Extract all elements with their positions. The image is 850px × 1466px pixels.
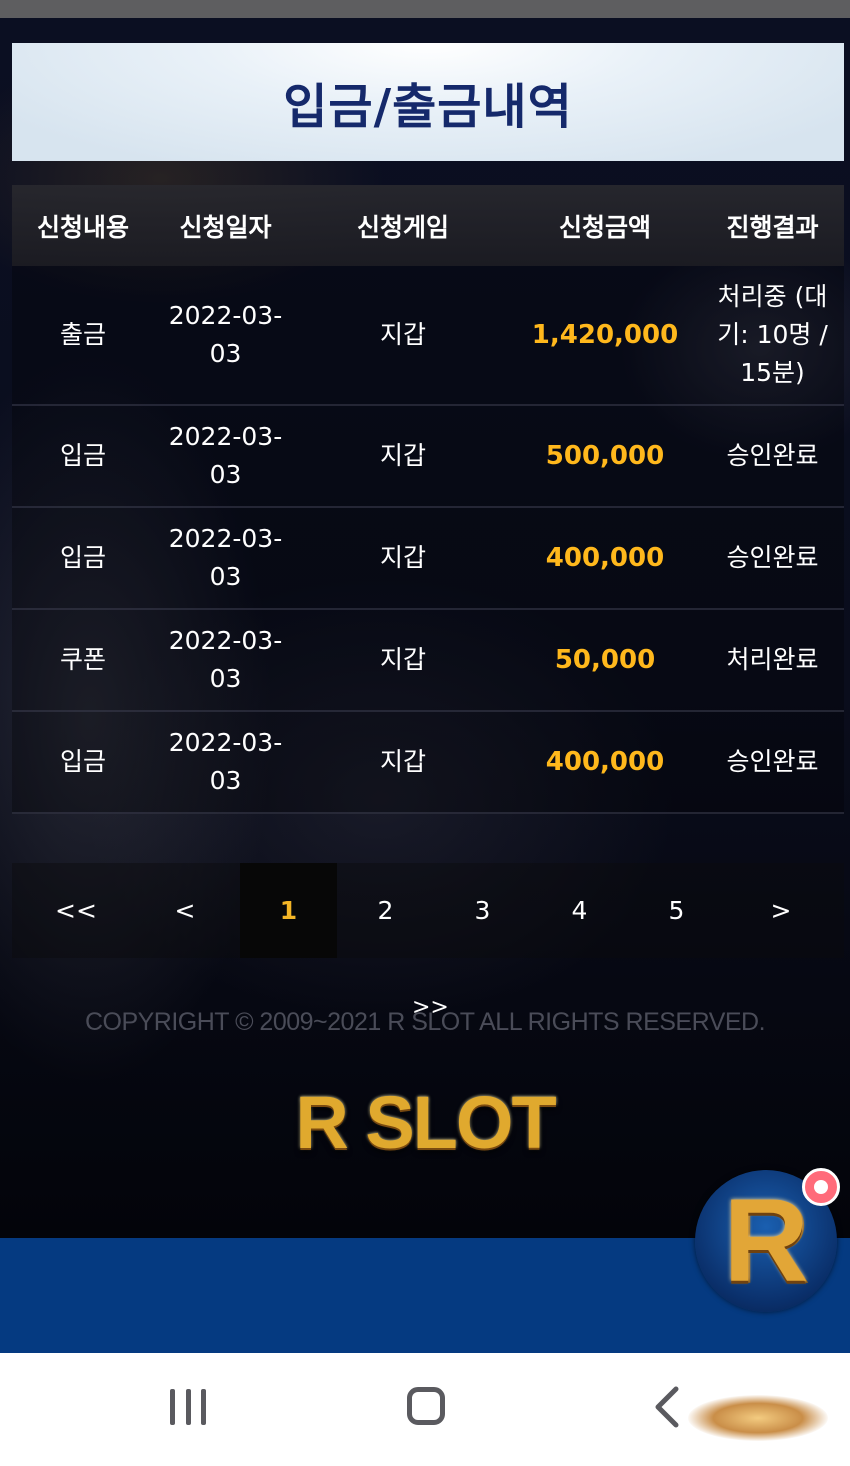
transaction-table: 신청내용 신청일자 신청게임 신청금액 진행결과 출금 2022-03- 03 … — [12, 185, 844, 814]
row-date: 2022-03- 03 — [154, 724, 297, 800]
row-result: 승인완료 — [726, 747, 819, 776]
row-result-line1: 처리중 (대 — [717, 282, 828, 311]
row-amount: 50,000 — [554, 645, 656, 675]
table-header: 신청내용 신청일자 신청게임 신청금액 진행결과 — [12, 185, 844, 266]
column-header-game: 신청게임 — [356, 212, 449, 242]
row-result: 처리중 (대 기: 10명 / 15분) — [701, 278, 844, 392]
row-date-line1: 2022-03- — [168, 728, 283, 757]
next-page-button[interactable]: > — [747, 863, 815, 958]
column-header-result: 진행결과 — [726, 212, 819, 242]
row-date-line1: 2022-03- — [168, 301, 283, 330]
table-row: 쿠폰 2022-03- 03 지갑 50,000 처리완료 — [12, 610, 844, 712]
row-game: 지갑 — [379, 747, 426, 776]
row-date: 2022-03- 03 — [154, 520, 297, 596]
status-bar — [0, 0, 850, 18]
first-page-button[interactable]: << — [42, 863, 110, 958]
row-game: 지갑 — [379, 441, 426, 470]
row-amount: 500,000 — [545, 441, 665, 471]
r-slot-logo: R SLOT — [295, 1081, 556, 1164]
page-title: 입금/출금내역 — [283, 79, 573, 135]
row-type: 입금 — [59, 543, 106, 572]
row-date: 2022-03- 03 — [154, 297, 297, 373]
row-amount: 400,000 — [545, 543, 665, 573]
row-type: 입금 — [59, 441, 106, 470]
watermark-logo — [688, 1395, 828, 1441]
recent-apps-icon[interactable] — [170, 1389, 206, 1425]
table-row: 입금 2022-03- 03 지갑 400,000 승인완료 — [12, 508, 844, 610]
pagination: << < 1 2 3 4 5 > — [12, 863, 844, 958]
table-row: 출금 2022-03- 03 지갑 1,420,000 처리중 (대 기: 10… — [12, 266, 844, 406]
row-result: 승인완료 — [726, 543, 819, 572]
row-date-line1: 2022-03- — [168, 626, 283, 655]
page-button-3[interactable]: 3 — [434, 863, 531, 958]
home-icon[interactable] — [407, 1387, 445, 1425]
row-type: 쿠폰 — [59, 645, 106, 674]
row-date-line1: 2022-03- — [168, 422, 283, 451]
prev-page-button[interactable]: < — [151, 863, 219, 958]
row-date-line1: 2022-03- — [168, 524, 283, 553]
column-header-date: 신청일자 — [179, 212, 272, 242]
row-amount: 400,000 — [545, 747, 665, 777]
row-result: 처리완료 — [726, 645, 819, 674]
page-button-1[interactable]: 1 — [240, 863, 337, 958]
row-amount: 1,420,000 — [531, 320, 679, 350]
row-game: 지갑 — [379, 645, 426, 674]
row-date: 2022-03- 03 — [154, 622, 297, 698]
notification-dot-icon — [802, 1168, 840, 1206]
row-date-line2: 03 — [209, 562, 242, 591]
page-button-5[interactable]: 5 — [628, 863, 725, 958]
page-button-4[interactable]: 4 — [531, 863, 628, 958]
table-row: 입금 2022-03- 03 지갑 400,000 승인완료 — [12, 712, 844, 814]
fab-letter: R — [723, 1175, 809, 1307]
row-date-line2: 03 — [209, 766, 242, 795]
row-game: 지갑 — [379, 543, 426, 572]
row-game: 지갑 — [379, 320, 426, 349]
column-header-amount: 신청금액 — [558, 212, 651, 242]
row-result-line3: 15분) — [740, 358, 805, 387]
row-date-line2: 03 — [209, 339, 242, 368]
row-result-line2: 기: 10명 / — [717, 320, 828, 349]
page-button-2[interactable]: 2 — [337, 863, 434, 958]
row-type: 출금 — [59, 320, 106, 349]
row-date-line2: 03 — [209, 664, 242, 693]
back-icon[interactable] — [650, 1386, 690, 1428]
row-date: 2022-03- 03 — [154, 418, 297, 494]
row-result: 승인완료 — [726, 441, 819, 470]
row-date-line2: 03 — [209, 460, 242, 489]
row-type: 입금 — [59, 747, 106, 776]
page-header: 입금/출금내역 — [12, 43, 844, 161]
column-header-type: 신청내용 — [36, 212, 129, 242]
table-row: 입금 2022-03- 03 지갑 500,000 승인완료 — [12, 406, 844, 508]
copyright-text: COPYRIGHT © 2009~2021 R SLOT ALL RIGHTS … — [84, 1008, 766, 1036]
